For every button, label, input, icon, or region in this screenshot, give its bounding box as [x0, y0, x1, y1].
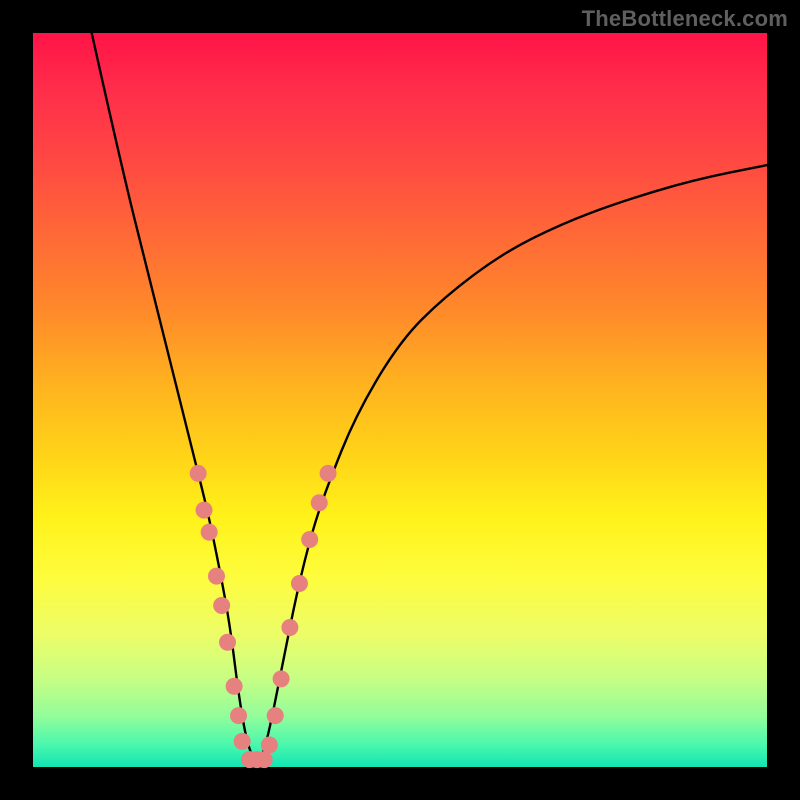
- marker-dot: [230, 707, 247, 724]
- marker-dot: [201, 524, 218, 541]
- marker-dot: [190, 465, 207, 482]
- marker-dot: [273, 670, 290, 687]
- marker-dot: [320, 465, 337, 482]
- bottleneck-curve: [92, 33, 767, 760]
- marker-dot: [208, 568, 225, 585]
- marker-dot: [261, 736, 278, 753]
- chart-svg: [33, 33, 767, 767]
- marker-dot: [219, 634, 236, 651]
- marker-dot: [311, 494, 328, 511]
- marker-dot: [301, 531, 318, 548]
- watermark-text: TheBottleneck.com: [582, 6, 788, 32]
- marker-dot: [234, 733, 251, 750]
- marker-dot: [291, 575, 308, 592]
- highlight-dots: [190, 465, 337, 768]
- chart-frame: TheBottleneck.com: [0, 0, 800, 800]
- marker-dot: [281, 619, 298, 636]
- marker-dot: [267, 707, 284, 724]
- marker-dot: [256, 751, 273, 768]
- plot-area: [33, 33, 767, 767]
- marker-dot: [213, 597, 230, 614]
- marker-dot: [226, 678, 243, 695]
- marker-dot: [196, 502, 213, 519]
